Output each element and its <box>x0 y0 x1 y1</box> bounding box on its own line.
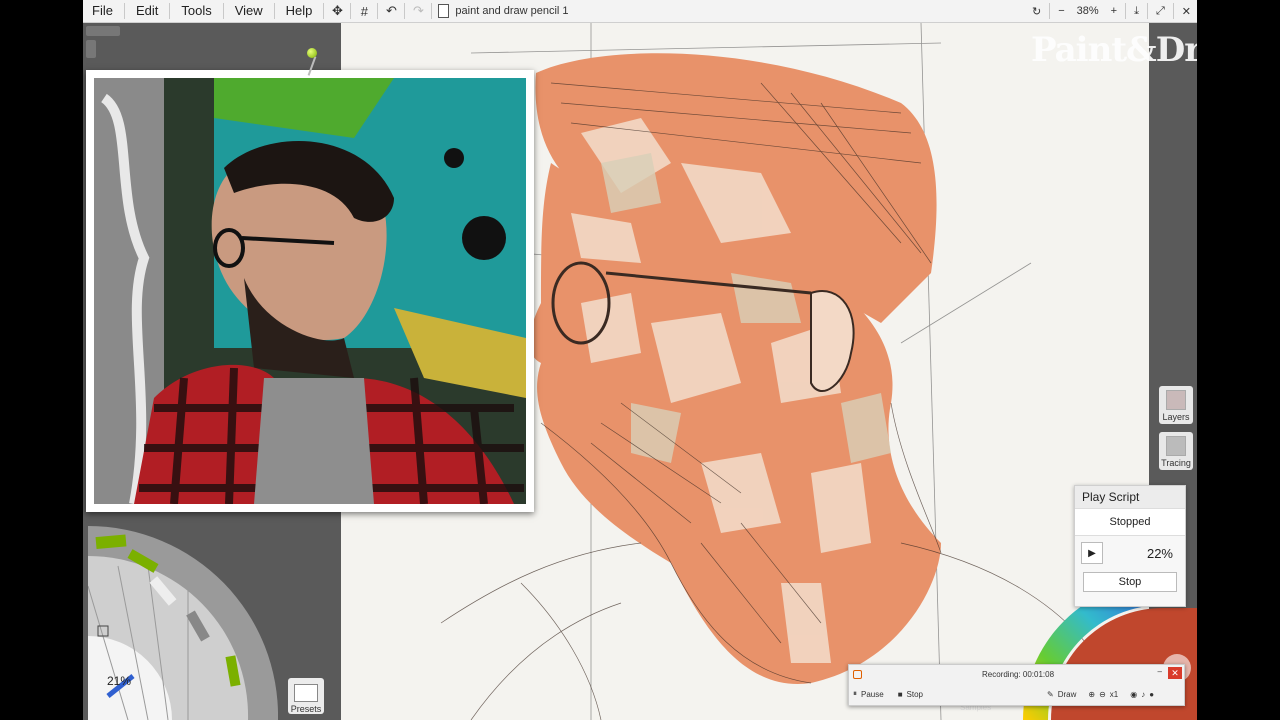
document-tab[interactable]: paint and draw pencil 1 <box>438 4 569 18</box>
window-controls: ↻ − 38% + ⤓ ⤢ ✕ <box>1026 0 1197 22</box>
divider <box>222 3 224 19</box>
tracing-button[interactable]: Tracing <box>1159 432 1193 470</box>
stop-recording-button[interactable]: Stop <box>907 690 923 699</box>
document-icon <box>438 4 450 18</box>
fullscreen-icon[interactable]: ⤢ <box>1150 5 1171 18</box>
menu-bar: File Edit Tools View Help ✥ # ↶ ↷ paint … <box>83 0 1197 23</box>
recording-bar: Recording: 00:01:08 – ✕ ⏸ Pause ■ Stop ✎… <box>848 664 1185 706</box>
brush-size: 21% <box>107 674 132 688</box>
zoom-out-button[interactable]: − <box>1052 5 1070 17</box>
recording-controls: ⏸ Pause ■ Stop ✎ Draw ⊕ ⊖ x1 ◉ ♪ ● <box>849 683 1184 705</box>
pen-icon[interactable]: ✎ <box>1047 690 1054 699</box>
zoom-in-button[interactable]: + <box>1105 5 1123 17</box>
portrait-photo <box>94 78 526 504</box>
zoom-out-icon[interactable]: ⊖ <box>1099 690 1106 699</box>
microphone-icon[interactable]: ● <box>1149 690 1154 699</box>
layers-button[interactable]: Layers <box>1159 386 1193 424</box>
play-icon: ▶ <box>1088 547 1096 559</box>
recording-header: Recording: 00:01:08 – ✕ <box>849 665 1184 683</box>
presets-button[interactable]: Presets <box>288 678 324 714</box>
recording-icon <box>853 669 862 679</box>
divider <box>1146 3 1148 19</box>
close-icon[interactable]: ✕ <box>1176 5 1197 18</box>
divider <box>377 3 379 19</box>
menu-file[interactable]: File <box>83 0 122 22</box>
pause-icon[interactable]: ⏸ <box>853 689 857 699</box>
divider <box>404 3 406 19</box>
menu-help[interactable]: Help <box>277 0 322 22</box>
redo-icon[interactable]: ↷ <box>407 0 429 22</box>
paint-draw-logo: Paint&Draw <box>1031 30 1197 70</box>
tool-wheel[interactable] <box>88 526 278 720</box>
stop-button[interactable]: Stop <box>1083 572 1177 592</box>
recording-timer: Recording: 00:01:08 <box>982 669 1055 679</box>
divider <box>273 3 275 19</box>
webcam-icon[interactable]: ◉ <box>1130 690 1137 699</box>
draw-button[interactable]: Draw <box>1058 690 1077 699</box>
divider <box>431 3 433 19</box>
play-button[interactable]: ▶ <box>1081 542 1103 564</box>
menu-tools[interactable]: Tools <box>172 0 220 22</box>
zoom-in-icon[interactable]: ⊕ <box>1088 690 1095 699</box>
divider <box>350 3 352 19</box>
reference-image[interactable] <box>86 70 534 512</box>
pin-icon[interactable] <box>307 48 317 58</box>
play-script-title: Play Script <box>1075 486 1185 508</box>
zoom-level: 38% <box>1076 5 1099 17</box>
document-name: paint and draw pencil 1 <box>455 5 569 17</box>
divider <box>169 3 171 19</box>
menu-view[interactable]: View <box>226 0 272 22</box>
stop-recording-icon[interactable]: ■ <box>898 690 903 699</box>
grid-icon[interactable]: # <box>353 0 375 22</box>
layers-label: Layers <box>1162 412 1190 422</box>
tracing-icon <box>1166 436 1186 456</box>
minimize-recording-icon[interactable]: – <box>1158 667 1162 676</box>
layers-icon <box>1166 390 1186 410</box>
script-progress: 22% <box>1146 545 1173 561</box>
move-icon[interactable]: ✥ <box>326 0 348 22</box>
divider <box>1125 3 1127 19</box>
divider <box>123 3 125 19</box>
tracing-label: Tracing <box>1161 458 1191 468</box>
presets-label: Presets <box>290 704 322 714</box>
minimize-icon[interactable]: ⤓ <box>1128 5 1145 18</box>
script-controls: ▶ 22% <box>1075 536 1185 570</box>
divider <box>1049 3 1051 19</box>
close-recording-icon[interactable]: ✕ <box>1168 667 1182 679</box>
pause-button[interactable]: Pause <box>861 690 884 699</box>
divider <box>323 3 325 19</box>
rotate-view-icon[interactable]: ↻ <box>1026 5 1047 18</box>
undo-icon[interactable]: ↶ <box>380 0 402 22</box>
speaker-icon[interactable]: ♪ <box>1141 690 1145 699</box>
menu-edit[interactable]: Edit <box>127 0 167 22</box>
reference-photo <box>94 78 526 504</box>
play-script-panel: Play Script Stopped ▶ 22% Stop <box>1074 485 1186 607</box>
stencil-tool-icon[interactable] <box>86 40 96 58</box>
ruler-tool-icon[interactable] <box>86 26 120 36</box>
app-window: File Edit Tools View Help ✥ # ↶ ↷ paint … <box>83 0 1197 720</box>
divider <box>1172 3 1174 19</box>
presets-icon <box>294 684 318 702</box>
script-status: Stopped <box>1075 508 1185 536</box>
zoom-factor: x1 <box>1109 689 1119 699</box>
